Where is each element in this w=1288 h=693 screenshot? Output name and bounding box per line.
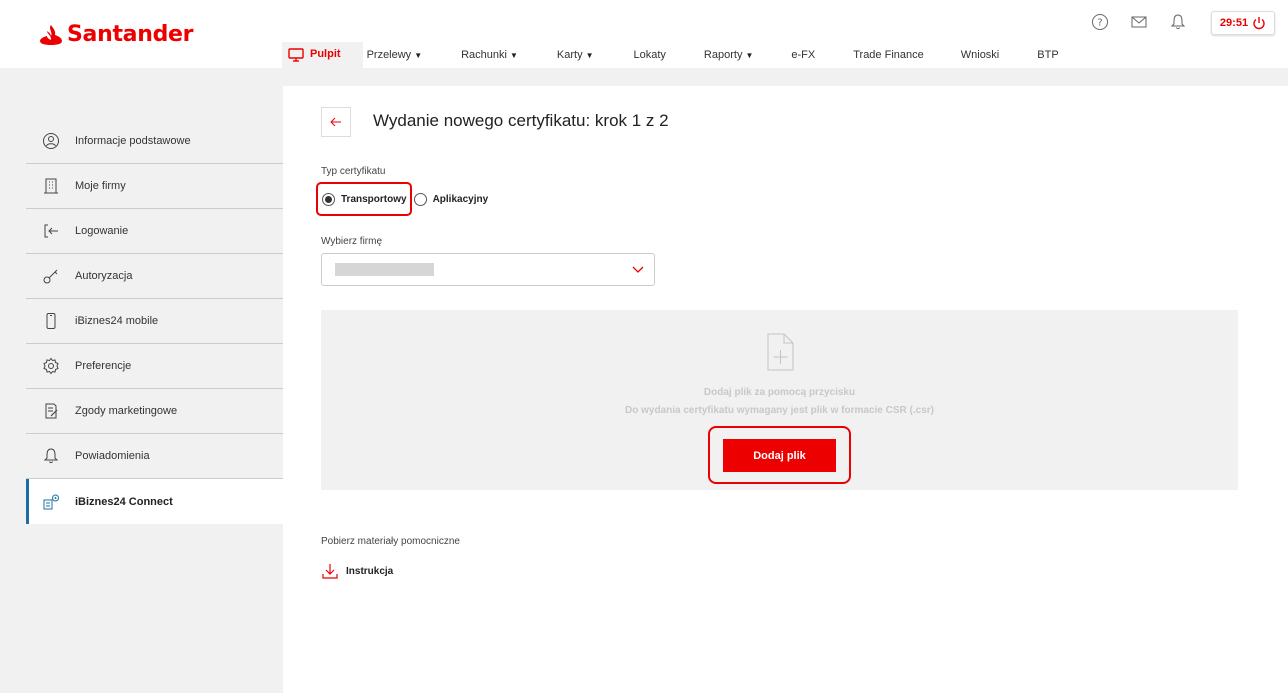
sidebar-item-mobile[interactable]: iBiznes24 mobile [26, 299, 283, 344]
nav-trade-finance[interactable]: Trade Finance [853, 42, 924, 68]
file-add-icon [767, 333, 794, 371]
nav-raporty[interactable]: Raporty ▼ [704, 42, 753, 68]
key-icon [43, 269, 58, 284]
main-panel: Wydanie nowego certyfikatu: krok 1 z 2 T… [283, 86, 1288, 693]
back-button[interactable] [321, 107, 351, 137]
download-icon [322, 564, 338, 579]
sidebar-item-autoryzacja[interactable]: Autoryzacja [26, 254, 283, 299]
arrow-left-icon [330, 117, 341, 127]
flame-logo-icon [40, 24, 62, 45]
page-title: Wydanie nowego certyfikatu: krok 1 z 2 [373, 111, 669, 130]
session-timer[interactable]: 29:51 [1211, 11, 1275, 35]
top-header: Santander Pulpit Przelewy ▼ Rachunki ▼ Kar… [0, 0, 1288, 68]
caret-down-icon: ▼ [585, 50, 594, 60]
document-icon [45, 403, 58, 419]
nav-przelewy[interactable]: Przelewy ▼ [367, 42, 423, 68]
sidebar-item-label: Preferencje [75, 360, 132, 372]
building-icon [44, 178, 58, 194]
nav-label: Karty [556, 49, 583, 61]
nav-label: Trade Finance [853, 49, 924, 61]
nav-label: Raporty [703, 49, 743, 61]
nav-efx[interactable]: e-FX [791, 42, 815, 68]
santander-logo[interactable]: Santander [38, 22, 194, 47]
dropzone-hint: Dodaj plik za pomocą przycisku [703, 387, 856, 398]
caret-down-icon: ▼ [414, 50, 423, 60]
caret-down-icon: ▼ [509, 50, 518, 60]
file-dropzone[interactable]: Dodaj plik za pomocą przycisku Do wydani… [321, 310, 1238, 490]
nav-wnioski[interactable]: Wnioski [961, 42, 1000, 68]
monitor-icon [288, 48, 304, 62]
add-file-button[interactable]: Dodaj plik [723, 439, 836, 472]
nav-pulpit[interactable]: Pulpit [282, 42, 363, 68]
sidebar-item-powiadomienia[interactable]: Powiadomienia [26, 434, 283, 479]
sidebar-item-label: Logowanie [75, 225, 129, 237]
nav-label: BTP [1037, 49, 1059, 61]
caret-down-icon: ▼ [745, 50, 754, 60]
bell-icon [43, 448, 59, 464]
instruction-label: Instrukcja [346, 565, 394, 577]
nav-label: Rachunki [461, 49, 507, 61]
firm-select-label: Wybierz firmę [321, 236, 383, 247]
sidebar-item-connect[interactable]: iBiznes24 Connect [26, 479, 283, 524]
nav-label: Wnioski [960, 49, 1000, 61]
radio-selected-icon [322, 192, 335, 206]
sidebar-item-label: Moje firmy [75, 180, 126, 192]
dropzone-requirement: Do wydania certyfikatu wymagany jest pli… [625, 405, 934, 416]
firm-select[interactable] [321, 253, 655, 286]
cert-type-label: Typ certyfikatu [321, 166, 386, 177]
login-icon [44, 224, 58, 238]
nav-btp[interactable]: BTP [1037, 42, 1058, 68]
sidebar-item-label: Powiadomienia [75, 450, 150, 462]
cert-type-group: Transportowy Aplikacyjny [316, 182, 488, 216]
nav-label: Lokaty [633, 49, 666, 61]
radio-transportowy[interactable]: Transportowy [316, 182, 412, 216]
radio-label: Transportowy [341, 193, 407, 205]
radio-unselected-icon [413, 192, 427, 206]
sidebar-item-label: Informacje podstawowe [75, 135, 191, 147]
radio-label: Aplikacyjny [432, 193, 489, 205]
materials-label: Pobierz materiały pomocniczne [321, 536, 460, 547]
nav-karty[interactable]: Karty ▼ [557, 42, 594, 68]
connect-icon [43, 494, 59, 509]
bell-icon[interactable] [1169, 13, 1187, 31]
firm-select-redacted-value [335, 263, 434, 276]
sidebar-item-label: Zgody marketingowe [75, 405, 178, 417]
sidebar-item-preferencje[interactable]: Preferencje [26, 344, 283, 389]
user-icon [43, 133, 59, 149]
nav-label: Pulpit [310, 48, 341, 60]
sidebar-item-label: iBiznes24 mobile [75, 315, 159, 327]
sidebar-item-informacje[interactable]: Informacje podstawowe [26, 119, 283, 164]
sidebar-item-label: iBiznes24 Connect [75, 495, 173, 508]
help-icon[interactable]: ? [1091, 13, 1109, 31]
gear-icon [43, 357, 59, 375]
radio-aplikacyjny[interactable]: Aplikacyjny [413, 182, 489, 216]
nav-lokaty[interactable]: Lokaty [634, 42, 666, 68]
nav-rachunki[interactable]: Rachunki ▼ [461, 42, 518, 68]
sidebar-item-logowanie[interactable]: Logowanie [26, 209, 283, 254]
add-file-highlight: Dodaj plik [708, 426, 851, 484]
main-nav: Pulpit Przelewy ▼ Rachunki ▼ Karty ▼ Lokaty… [282, 42, 1059, 68]
power-icon[interactable] [1252, 16, 1266, 30]
brand-name: Santander [67, 22, 194, 47]
timer-value: 29:51 [1219, 17, 1249, 29]
sidebar-item-moje-firmy[interactable]: Moje firmy [26, 164, 283, 209]
nav-label: Przelewy [366, 49, 412, 61]
sidebar: Informacje podstawowe Moje firmy Logowan… [26, 119, 283, 524]
mail-icon[interactable] [1130, 13, 1148, 31]
header-icons: ? [1091, 13, 1187, 31]
sidebar-item-zgody[interactable]: Zgody marketingowe [26, 389, 283, 434]
svg-text:?: ? [1097, 18, 1102, 29]
phone-icon [46, 313, 56, 329]
nav-label: e-FX [791, 49, 816, 61]
instruction-link[interactable]: Instrukcja [321, 562, 393, 580]
chevron-down-icon [632, 266, 644, 273]
sidebar-item-label: Autoryzacja [75, 270, 133, 282]
